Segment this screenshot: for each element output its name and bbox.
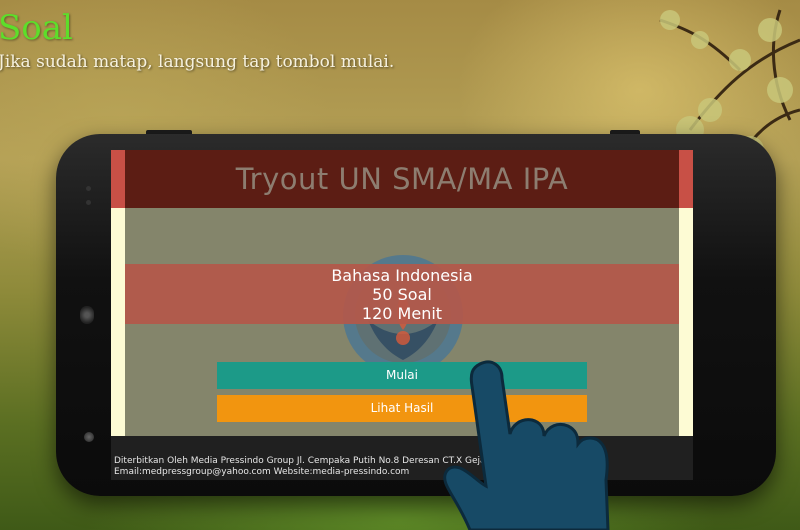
exam-info: Bahasa Indonesia 50 Soal 120 Menit — [125, 266, 679, 323]
pointing-hand-icon — [443, 360, 610, 530]
phone-speaker — [80, 306, 94, 324]
page-heading: Soal — [0, 8, 73, 48]
phone-camera — [84, 432, 94, 442]
app-title: Tryout UN SMA/MA IPA — [235, 162, 569, 196]
duration-label: 120 Menit — [361, 304, 443, 323]
subject-label: Bahasa Indonesia — [331, 266, 473, 285]
phone-sensor — [86, 186, 91, 191]
question-count: 50 Soal — [372, 285, 432, 304]
instruction-text: Jika sudah matap, langsung tap tombol mu… — [0, 52, 395, 72]
phone-sensor — [86, 200, 91, 205]
